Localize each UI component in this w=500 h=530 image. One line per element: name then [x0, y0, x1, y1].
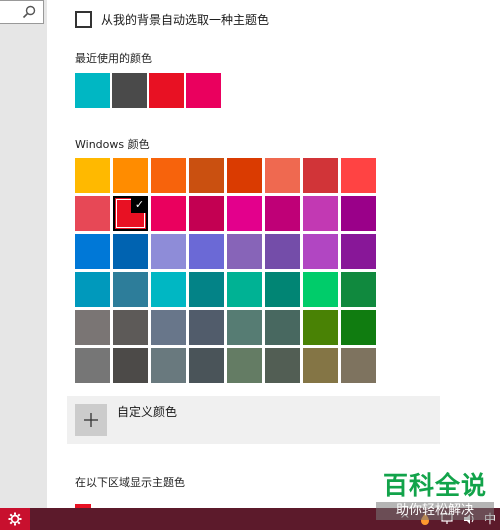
color-swatch[interactable] — [113, 272, 148, 307]
color-swatch[interactable] — [227, 272, 262, 307]
color-swatch[interactable] — [265, 310, 300, 345]
color-swatch[interactable] — [341, 234, 376, 269]
plus-tile[interactable] — [75, 404, 107, 436]
color-swatch[interactable] — [341, 158, 376, 193]
search-box[interactable] — [0, 0, 44, 24]
color-swatch[interactable] — [303, 310, 338, 345]
color-swatch[interactable] — [75, 348, 110, 383]
watermark-logo: 百科全说 助你轻松解决 — [376, 471, 494, 520]
color-swatch[interactable] — [151, 310, 186, 345]
color-swatch[interactable] — [151, 348, 186, 383]
color-swatch[interactable] — [303, 234, 338, 269]
recent-color-swatch[interactable] — [186, 73, 221, 108]
color-swatch[interactable] — [75, 272, 110, 307]
color-swatch[interactable] — [151, 234, 186, 269]
color-swatch[interactable] — [151, 196, 186, 231]
left-nav-pane — [0, 0, 47, 508]
color-swatch[interactable] — [227, 196, 262, 231]
color-swatch[interactable] — [189, 196, 224, 231]
color-swatch[interactable] — [227, 348, 262, 383]
color-swatch[interactable] — [75, 234, 110, 269]
color-swatch[interactable] — [341, 310, 376, 345]
color-swatch[interactable] — [341, 348, 376, 383]
show-accent-title: 在以下区域显示主题色 — [75, 476, 185, 489]
color-swatch[interactable] — [189, 272, 224, 307]
color-swatch[interactable] — [265, 158, 300, 193]
auto-pick-label: 从我的背景自动选取一种主题色 — [101, 12, 270, 27]
color-swatch[interactable]: ✓ — [113, 196, 148, 231]
recent-colors — [75, 73, 221, 108]
color-swatch[interactable] — [265, 234, 300, 269]
color-swatch[interactable] — [75, 196, 110, 231]
color-swatch[interactable] — [151, 158, 186, 193]
checkmark-icon: ✓ — [131, 196, 148, 213]
color-swatch[interactable] — [227, 158, 262, 193]
color-swatch[interactable] — [151, 272, 186, 307]
windows-colors-title: Windows 颜色 — [75, 138, 150, 151]
color-swatch[interactable] — [113, 310, 148, 345]
auto-pick-row[interactable]: 从我的背景自动选取一种主题色 — [75, 11, 269, 28]
color-swatch[interactable] — [113, 348, 148, 383]
recent-color-swatch[interactable] — [149, 73, 184, 108]
color-swatch[interactable] — [341, 196, 376, 231]
color-swatch[interactable] — [75, 158, 110, 193]
color-swatch[interactable] — [113, 158, 148, 193]
custom-color-label: 自定义颜色 — [117, 405, 178, 419]
auto-pick-checkbox[interactable] — [75, 11, 92, 28]
color-swatch[interactable] — [113, 234, 148, 269]
color-swatch[interactable] — [265, 348, 300, 383]
search-icon[interactable] — [21, 4, 37, 20]
color-swatch[interactable] — [189, 348, 224, 383]
recent-color-swatch[interactable] — [112, 73, 147, 108]
color-swatch[interactable] — [75, 310, 110, 345]
color-swatch[interactable] — [265, 272, 300, 307]
color-swatch[interactable] — [303, 196, 338, 231]
color-swatch[interactable] — [189, 234, 224, 269]
custom-color-button[interactable]: 自定义颜色 — [67, 396, 440, 444]
plus-icon — [84, 413, 98, 427]
color-settings-page: 从我的背景自动选取一种主题色 最近使用的颜色 Windows 颜色 ✓ 自定义颜… — [47, 0, 500, 510]
recent-colors-title: 最近使用的颜色 — [75, 52, 152, 65]
windows-color-grid: ✓ — [75, 158, 376, 383]
watermark-title: 百科全说 — [382, 471, 487, 500]
color-swatch[interactable] — [303, 348, 338, 383]
color-swatch[interactable] — [227, 234, 262, 269]
color-swatch[interactable] — [227, 310, 262, 345]
color-swatch[interactable] — [303, 158, 338, 193]
color-swatch[interactable] — [303, 272, 338, 307]
color-swatch[interactable] — [189, 310, 224, 345]
gear-icon — [8, 512, 22, 526]
watermark-subtitle: 助你轻松解决 — [376, 502, 494, 520]
color-swatch[interactable] — [265, 196, 300, 231]
color-swatch[interactable] — [189, 158, 224, 193]
recent-color-swatch[interactable] — [75, 73, 110, 108]
color-swatch[interactable] — [341, 272, 376, 307]
settings-taskbar-button[interactable] — [0, 508, 30, 530]
